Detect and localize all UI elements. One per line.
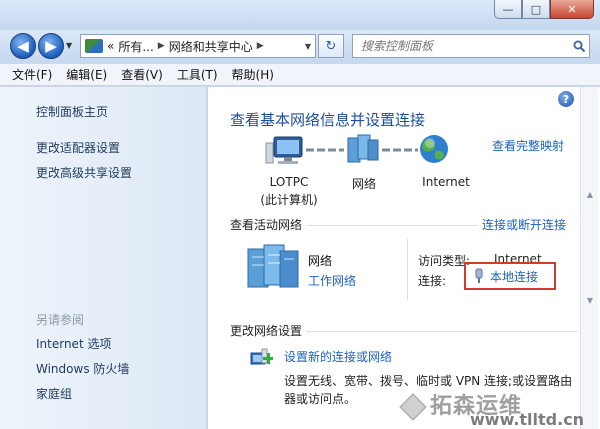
- access-type-label: 访问类型:: [418, 254, 471, 268]
- setup-new-connection-link[interactable]: 设置新的连接或网络: [284, 348, 392, 365]
- menu-tools[interactable]: 工具(T): [177, 66, 218, 83]
- menu-edit[interactable]: 编辑(E): [66, 66, 107, 83]
- close-button[interactable]: ✕: [550, 0, 594, 19]
- main-content: ? ▲ ▼ 查看基本网络信息并设置连接 查看完整映射 LOTPC (此计算机) …: [208, 87, 600, 429]
- setup-new-connection-description: 设置无线、宽带、拨号、临时或 VPN 连接;或设置路由器或访问点。: [284, 374, 573, 406]
- address-chevrons[interactable]: «: [107, 39, 114, 53]
- navigation-bar: ◀ ▶ ▼ « 所有... ▶ 网络和共享中心 ▶ ▼ ↻: [0, 30, 600, 62]
- change-settings-heading: 更改网络设置: [230, 324, 303, 338]
- help-icon[interactable]: ?: [558, 91, 574, 107]
- vertical-divider: [407, 239, 408, 301]
- address-separator-icon[interactable]: ▶: [158, 41, 165, 51]
- network-icon: [347, 134, 379, 163]
- sidebar-link-internet-options[interactable]: Internet 选项: [36, 335, 111, 352]
- search-box[interactable]: [352, 34, 590, 58]
- watermark-url: www.tlltd.cn: [470, 410, 585, 429]
- sidebar-link-advanced-sharing[interactable]: 更改高级共享设置: [36, 164, 132, 181]
- computer-name-label: LOTPC: [269, 175, 309, 189]
- menu-file[interactable]: 文件(F): [12, 66, 52, 83]
- sidebar: 控制面板主页 更改适配器设置 更改高级共享设置 另请参阅 Internet 选项…: [0, 87, 207, 429]
- vertical-scrollbar[interactable]: ▲ ▼: [580, 87, 598, 429]
- active-networks-heading: 查看活动网络: [230, 218, 303, 232]
- page-title: 查看基本网络信息并设置连接: [230, 111, 426, 129]
- scroll-up-arrow-icon[interactable]: ▲: [583, 187, 597, 201]
- network-type-link[interactable]: 工作网络: [308, 272, 356, 289]
- search-input[interactable]: [361, 39, 569, 53]
- address-segment-network-center[interactable]: 网络和共享中心: [169, 38, 253, 55]
- network-cable-icon: [475, 268, 483, 283]
- back-button[interactable]: ◀: [10, 33, 36, 59]
- window-controls: — □ ✕: [494, 0, 594, 19]
- address-segment-all[interactable]: 所有...: [118, 38, 153, 55]
- connections-label: 连接:: [418, 274, 447, 288]
- address-dropdown-icon[interactable]: ▼: [305, 42, 311, 51]
- network-map: LOTPC (此计算机) 网络 Internet: [208, 133, 578, 213]
- see-also-heading: 另请参阅: [36, 313, 85, 327]
- internet-label: Internet: [422, 175, 470, 189]
- active-network-name: 网络: [308, 254, 333, 268]
- sidebar-link-change-adapter-settings[interactable]: 更改适配器设置: [36, 139, 120, 156]
- section-divider: [306, 225, 478, 226]
- control-panel-icon: [85, 39, 103, 53]
- refresh-icon: ↻: [325, 38, 337, 54]
- connect-disconnect-link[interactable]: 连接或断开连接: [482, 216, 566, 233]
- network-label: 网络: [351, 177, 376, 191]
- new-connection-icon: [250, 348, 273, 365]
- recent-pages-dropdown-icon[interactable]: ▼: [66, 41, 72, 50]
- search-icon[interactable]: [569, 40, 589, 53]
- title-bar: — □ ✕: [0, 0, 600, 30]
- forward-button[interactable]: ▶: [38, 33, 64, 59]
- local-connection-highlight[interactable]: 本地连接: [464, 262, 556, 290]
- address-bar[interactable]: « 所有... ▶ 网络和共享中心 ▶ ▼: [80, 34, 316, 58]
- computer-icon: [265, 136, 303, 164]
- refresh-button[interactable]: ↻: [318, 34, 344, 58]
- section-divider: [306, 331, 578, 332]
- menu-help[interactable]: 帮助(H): [232, 66, 274, 83]
- work-network-icon: [247, 244, 299, 288]
- menu-view[interactable]: 查看(V): [121, 66, 163, 83]
- sidebar-link-windows-firewall[interactable]: Windows 防火墙: [36, 360, 129, 377]
- maximize-button[interactable]: □: [522, 0, 550, 19]
- scroll-down-arrow-icon[interactable]: ▼: [583, 293, 597, 307]
- menu-bar: 文件(F) 编辑(E) 查看(V) 工具(T) 帮助(H): [0, 64, 600, 86]
- sidebar-link-control-panel-home[interactable]: 控制面板主页: [36, 103, 108, 120]
- address-separator-icon[interactable]: ▶: [257, 41, 264, 51]
- computer-sub-label: (此计算机): [260, 193, 318, 207]
- minimize-button[interactable]: —: [494, 0, 522, 19]
- internet-globe-icon: [420, 135, 448, 163]
- local-connection-link[interactable]: 本地连接: [490, 268, 538, 285]
- sidebar-link-homegroup[interactable]: 家庭组: [36, 385, 72, 402]
- watermark-logo-icon: [399, 393, 427, 421]
